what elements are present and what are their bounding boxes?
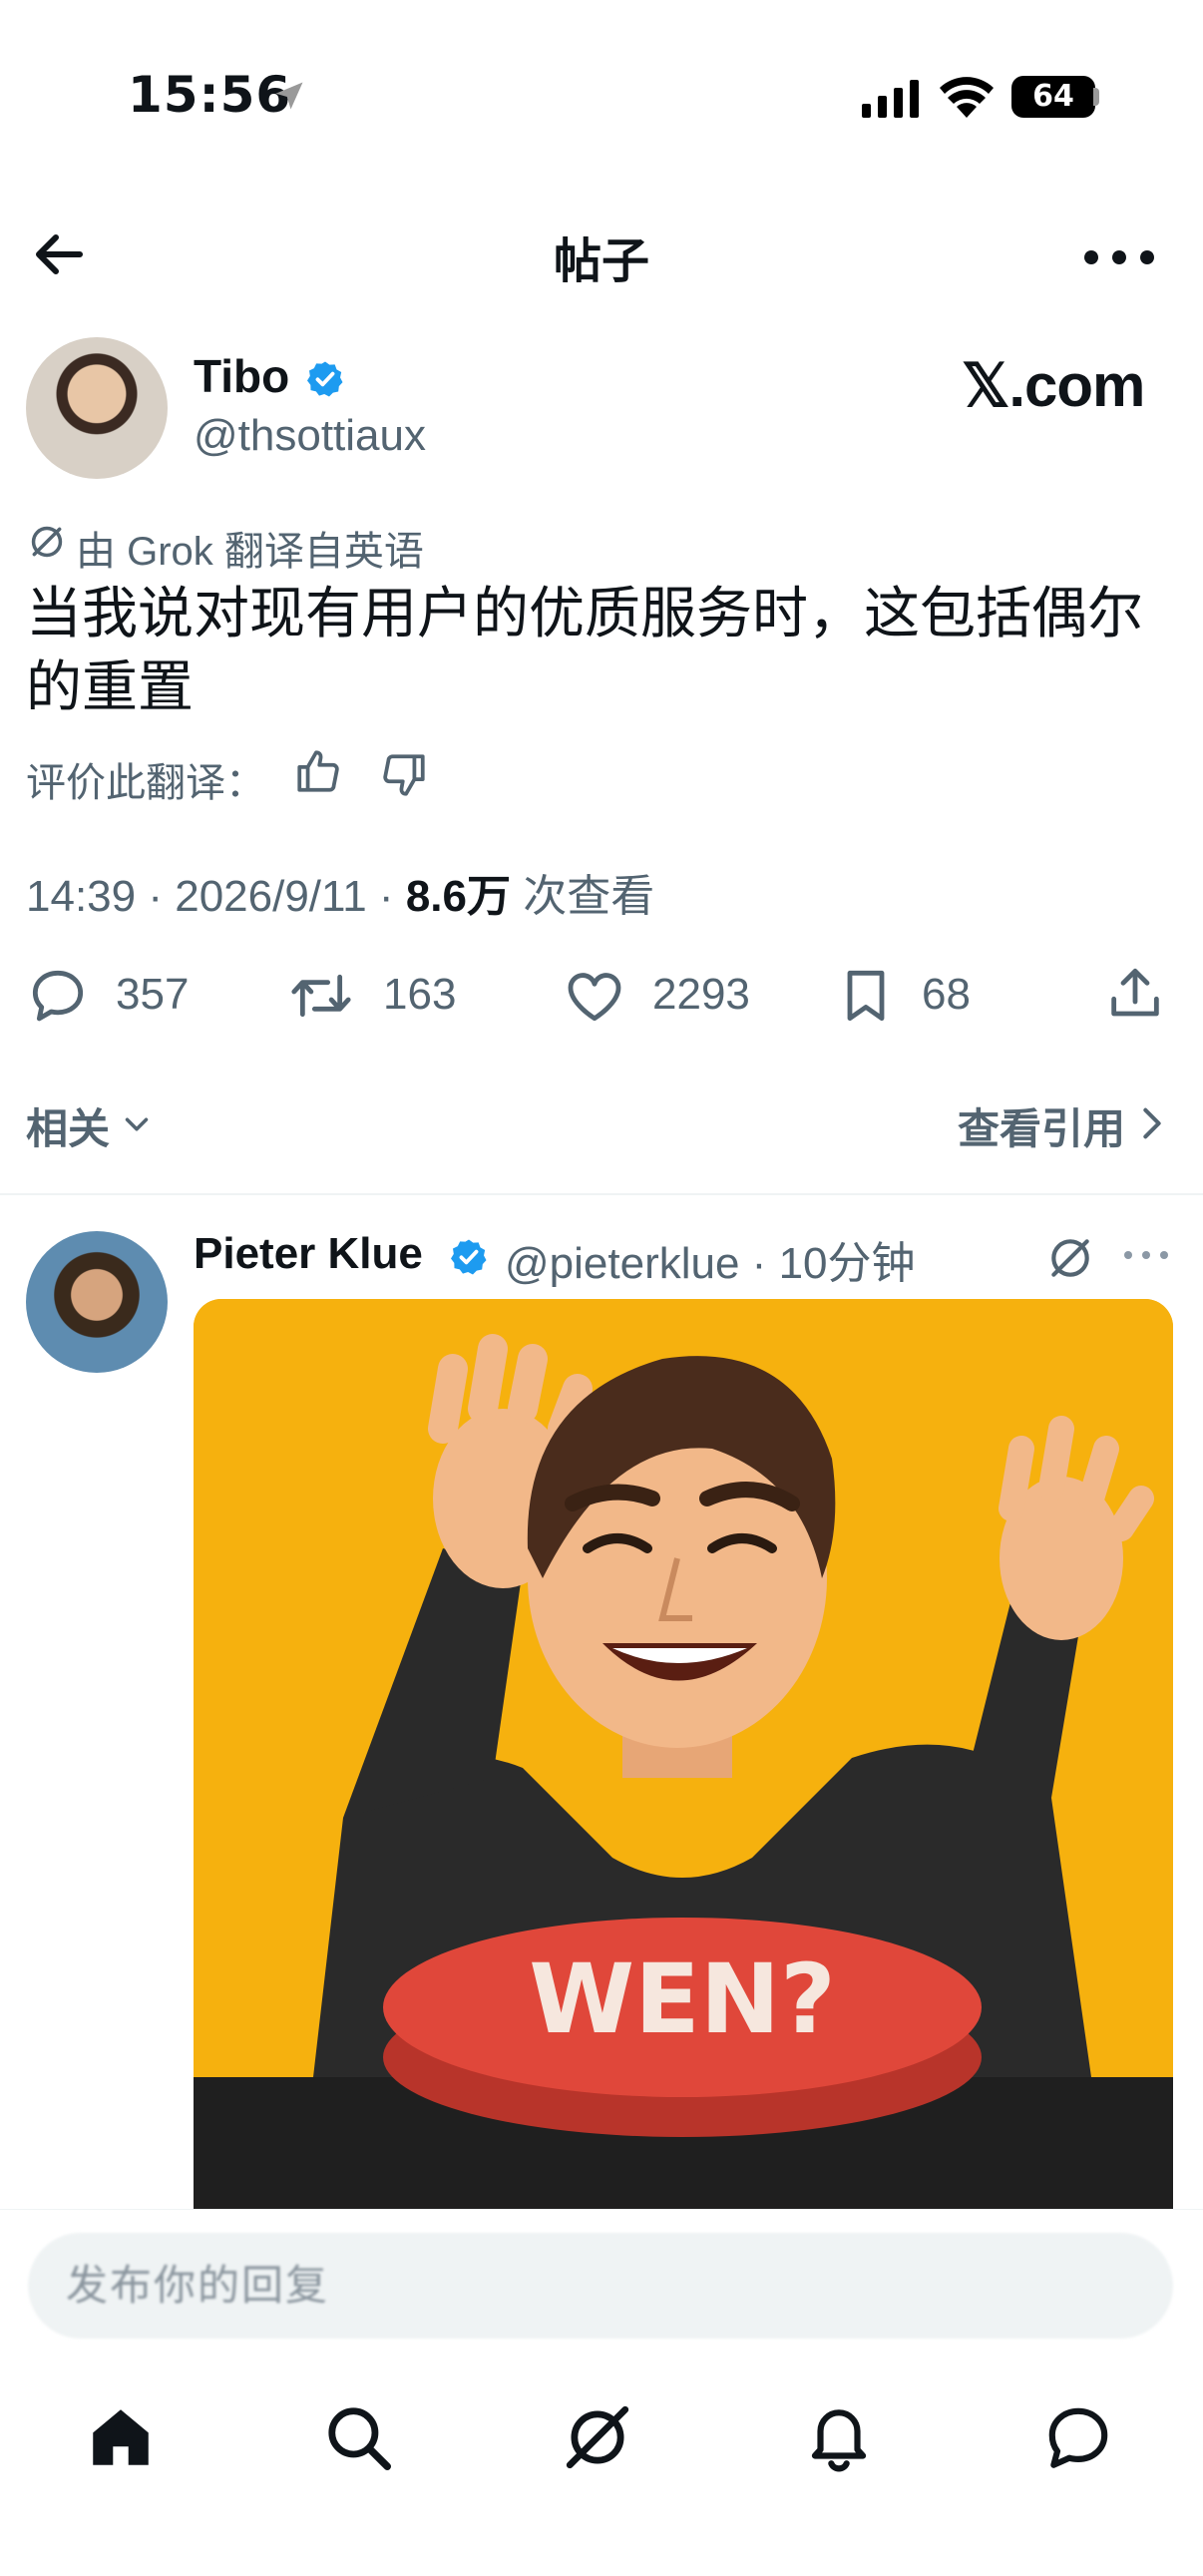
status-time: 15:56 [128,66,292,124]
view-quotes-link[interactable]: 查看引用 [958,1095,1125,1156]
cartoon-illustration: WEN? [194,1299,1173,2209]
bookmark-count: 68 [922,970,971,1019]
verified-badge-icon [451,1239,487,1275]
messages-icon[interactable] [1041,2400,1115,2474]
related-dropdown[interactable]: 相关 [26,1095,110,1156]
reply-time[interactable]: 10分钟 [779,1239,916,1288]
tweet-text: 当我说对现有用户的优质服务时，这包括偶尔的重置 [26,582,1143,718]
avatar[interactable] [26,337,168,479]
reply-input[interactable]: 发布你的回复 [28,2233,1173,2339]
notifications-bell-icon[interactable] [802,2400,876,2474]
home-icon[interactable] [84,2400,158,2474]
location-arrow-icon [275,82,303,110]
chevron-down-icon[interactable] [118,1105,156,1143]
more-options-icon[interactable] [1077,227,1161,287]
grok-icon[interactable] [1045,1233,1095,1283]
share-icon[interactable] [1103,962,1167,1026]
thumbs-down-icon[interactable] [379,750,429,800]
media-button-text: WEN? [529,1943,836,2055]
wifi-icon [940,77,994,118]
page-title: 帖子 [553,233,649,289]
meta-separator: · [136,872,176,921]
reply-count: 357 [116,970,190,1019]
tweet-date: 2026/9/11 [175,872,367,921]
tweet-meta: 14:39 · 2026/9/11 · 8.6万 次查看 [26,860,654,924]
x-com-logo: 𝕏.com [962,352,1145,419]
meta-separator: · [366,872,406,921]
battery-indicator: 64 [1011,76,1095,118]
tweet-time: 14:39 [26,872,137,921]
search-icon[interactable] [321,2400,395,2474]
like-heart-icon[interactable] [563,964,626,1028]
translated-by-grok-note[interactable]: 由 Grok 翻译自英语 [76,519,424,577]
reply-media-image[interactable]: WEN? [194,1299,1173,2209]
like-count: 2293 [652,970,750,1019]
reply-author-name[interactable]: Pieter Klue [194,1229,423,1279]
author-name[interactable]: Tibo [194,349,289,403]
thumbs-up-icon[interactable] [293,746,343,796]
cellular-signal-icon [862,80,919,118]
view-count: 8.6万 [405,872,511,921]
bookmark-icon[interactable] [834,964,898,1028]
rate-translation-label: 评价此翻译： [26,761,265,805]
reply-icon[interactable] [26,964,90,1028]
repost-icon[interactable] [289,964,353,1028]
views-suffix: 次查看 [523,872,655,921]
battery-tip [1093,88,1099,106]
reply-avatar[interactable] [26,1231,168,1373]
reply-handle-time: @pieterklue · 10分钟 [505,1227,916,1291]
meta-separator: · [739,1239,779,1288]
author-handle[interactable]: @thsottiaux [194,411,426,461]
divider [0,1193,1203,1195]
grok-icon[interactable] [561,2400,634,2474]
more-options-icon[interactable] [1121,1243,1171,1267]
verified-badge-icon [307,361,343,397]
grok-icon [31,526,63,558]
chevron-right-icon[interactable] [1137,1103,1167,1143]
reply-author-handle[interactable]: @pieterklue [505,1239,739,1288]
repost-count: 163 [383,970,457,1019]
